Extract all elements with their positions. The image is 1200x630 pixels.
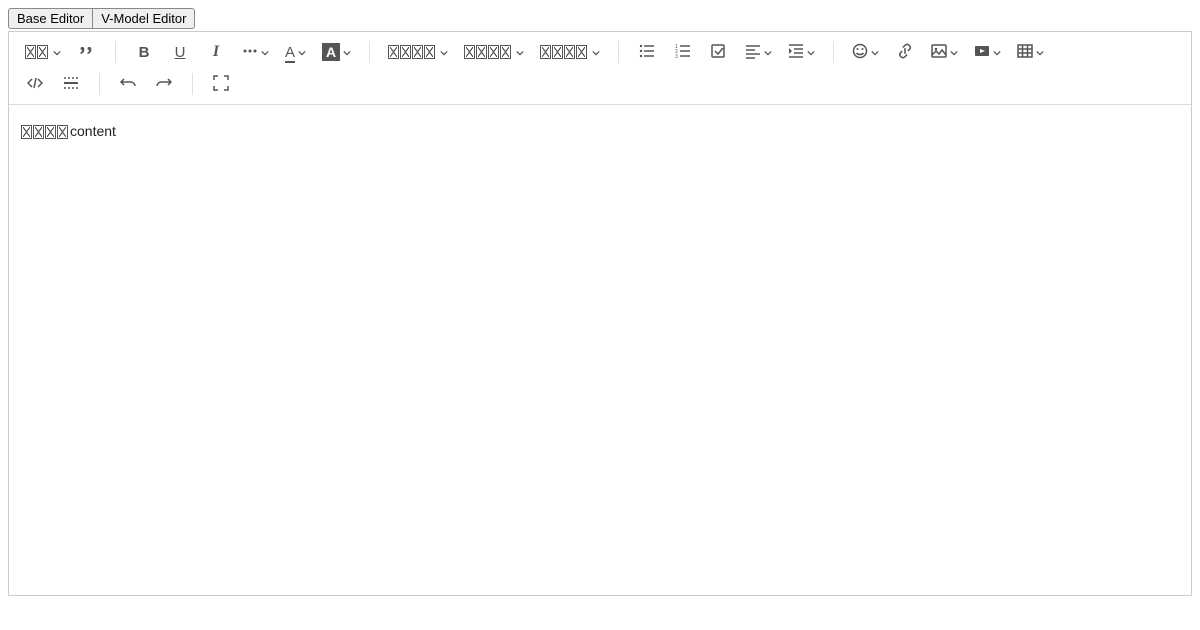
- link-icon: [897, 43, 913, 62]
- indent-icon: [788, 43, 804, 62]
- unordered-list-icon: [639, 43, 655, 62]
- font-size-dropdown[interactable]: [536, 38, 604, 66]
- chevron-down-icon: [950, 45, 958, 60]
- video-dropdown[interactable]: [970, 38, 1005, 66]
- chevron-down-icon: [1036, 45, 1044, 60]
- fullscreen-icon: [213, 75, 229, 94]
- highlight-icon: A: [322, 43, 340, 61]
- chevron-down-icon: [764, 45, 772, 60]
- code-view-button[interactable]: [21, 70, 49, 98]
- emoji-dropdown[interactable]: [848, 38, 883, 66]
- chevron-down-icon: [440, 45, 448, 60]
- content-text: content: [70, 123, 116, 139]
- image-dropdown[interactable]: [927, 38, 962, 66]
- indent-dropdown[interactable]: [784, 38, 819, 66]
- chevron-down-icon: [53, 45, 61, 60]
- font-color-icon: A: [285, 44, 295, 61]
- video-icon: [974, 43, 990, 62]
- ellipsis-icon: [242, 43, 258, 62]
- editor-content[interactable]: content: [9, 105, 1191, 595]
- table-dropdown[interactable]: [1013, 38, 1048, 66]
- italic-button[interactable]: I: [202, 38, 230, 66]
- redo-icon: [156, 75, 172, 94]
- link-button[interactable]: [891, 38, 919, 66]
- undo-icon: [120, 75, 136, 94]
- checklist-button[interactable]: [705, 38, 733, 66]
- chevron-down-icon: [993, 45, 1001, 60]
- unordered-list-button[interactable]: [633, 38, 661, 66]
- emoji-icon: [852, 43, 868, 62]
- blockquote-button[interactable]: [73, 38, 101, 66]
- table-icon: [1017, 43, 1033, 62]
- font-color-dropdown[interactable]: A: [281, 38, 310, 66]
- bold-button[interactable]: B: [130, 38, 158, 66]
- highlight-color-dropdown[interactable]: A: [318, 38, 355, 66]
- chevron-down-icon: [343, 45, 351, 60]
- font-name-dropdown[interactable]: [460, 38, 528, 66]
- chevron-down-icon: [516, 45, 524, 60]
- underline-button[interactable]: U: [166, 38, 194, 66]
- horizontal-rule-button[interactable]: [57, 70, 85, 98]
- ordered-list-icon: 123: [675, 43, 691, 62]
- italic-icon: I: [213, 43, 219, 61]
- svg-text:3: 3: [675, 54, 678, 59]
- bold-icon: B: [139, 44, 150, 61]
- fullscreen-button[interactable]: [207, 70, 235, 98]
- underline-icon: U: [175, 44, 186, 61]
- ordered-list-button[interactable]: 123: [669, 38, 697, 66]
- undo-button[interactable]: [114, 70, 142, 98]
- redo-button[interactable]: [150, 70, 178, 98]
- paragraph-style-dropdown[interactable]: [384, 38, 452, 66]
- chevron-down-icon: [807, 45, 815, 60]
- chevron-down-icon: [298, 45, 306, 60]
- quote-icon: [79, 43, 95, 62]
- align-dropdown[interactable]: [741, 38, 776, 66]
- align-icon: [745, 43, 761, 62]
- more-formatting-dropdown[interactable]: [238, 38, 273, 66]
- tab-vmodel-editor[interactable]: V-Model Editor: [93, 8, 195, 29]
- editor-tabs: Base Editor V-Model Editor: [8, 8, 1192, 29]
- chevron-down-icon: [592, 45, 600, 60]
- toolbar-row-1: B U I A A: [9, 32, 1191, 105]
- style-dropdown[interactable]: [21, 38, 65, 66]
- editor-container: B U I A A: [8, 31, 1192, 596]
- chevron-down-icon: [871, 45, 879, 60]
- horizontal-rule-icon: [63, 75, 79, 94]
- code-icon: [27, 75, 43, 94]
- chevron-down-icon: [261, 45, 269, 60]
- image-icon: [931, 43, 947, 62]
- tab-base-editor[interactable]: Base Editor: [8, 8, 93, 29]
- checklist-icon: [711, 43, 727, 62]
- content-prefix-glyphs: [21, 125, 69, 139]
